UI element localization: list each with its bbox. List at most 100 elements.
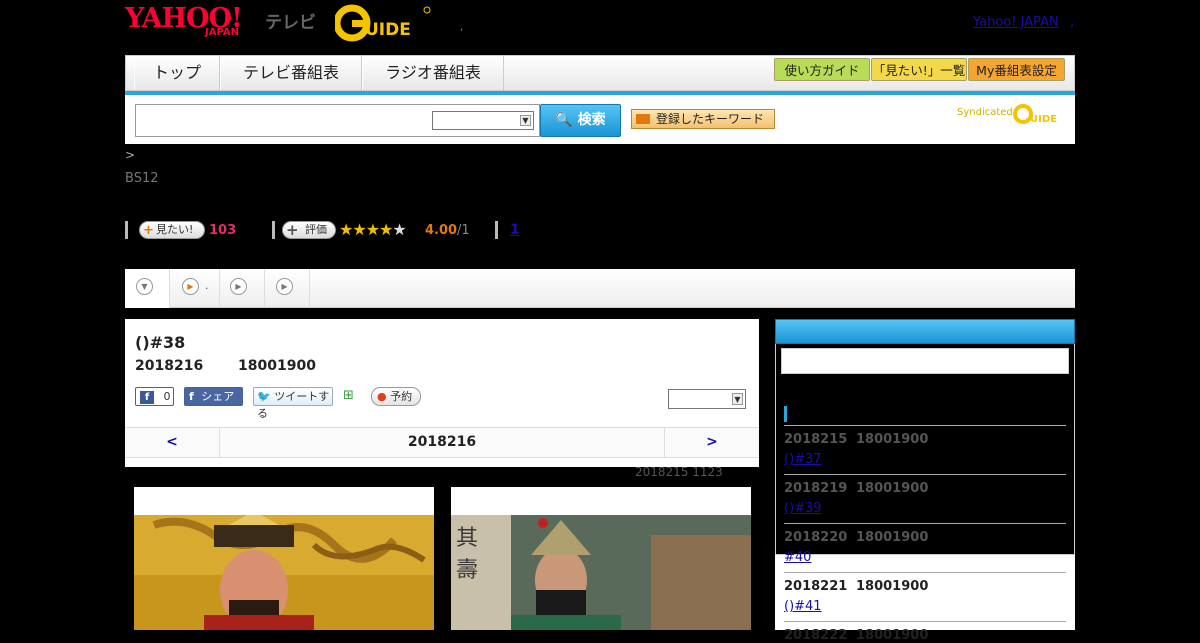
svg-text:其: 其 [456, 526, 478, 551]
program-detail-panel: ()#38 2018216 18001900 f 0 f シェア 🐦 ツイートす… [125, 319, 759, 467]
program-image-2: 其 壽 [451, 515, 751, 630]
dropdown-arrow-icon [636, 114, 650, 124]
nav-tab-tv-listings[interactable]: テレビ番組表 [220, 56, 362, 90]
episode-time: 18001900 [856, 579, 929, 594]
facebook-like-button[interactable]: f 0 [135, 387, 174, 406]
bookmark-add-icon[interactable]: ⊞ [343, 388, 359, 404]
sidebar-header [775, 319, 1075, 344]
tweet-button[interactable]: 🐦 ツイートする [253, 387, 333, 420]
facebook-share-button[interactable]: f シェア [184, 387, 243, 406]
star-icon-empty: ★ [392, 220, 406, 239]
rating-count: /1 [457, 223, 470, 238]
page-wrapper: YAHOO! JAPAN テレビ UIDE , Yahoo! JAPAN , ト… [125, 0, 1075, 643]
episode-item: 2018220 18001900 #40 [784, 523, 1066, 572]
search-category-select[interactable]: ▼ [432, 111, 534, 130]
saved-keywords-label: 登録したキーワード [656, 112, 765, 126]
social-buttons: f 0 f シェア 🐦 ツイートする ⊞ ● 予約 [135, 387, 435, 420]
play-icon: ▶ [230, 278, 247, 295]
gguide-logo[interactable]: UIDE [335, 4, 431, 42]
breadcrumb[interactable]: > [125, 148, 135, 162]
episode-time: 18001900 [856, 628, 929, 643]
mitai-count: 103 [209, 223, 237, 238]
sidebar-section-marker [784, 406, 787, 422]
main-nav: トップ テレビ番組表 ラジオ番組表 使い方ガイド 「見たい!」一覧 My番組表設… [125, 55, 1075, 91]
channel-name: BS12 [125, 171, 159, 186]
mitai-label: 見たい! [156, 223, 194, 236]
mitai-button[interactable]: + 見たい! [139, 221, 205, 239]
current-date: 2018216 [407, 434, 477, 450]
plus-icon: + [286, 221, 299, 239]
rating-value: 4.00 [425, 223, 458, 238]
reserve-button[interactable]: ● 予約 [371, 387, 421, 406]
rating-stars: ★★★★★ [339, 220, 407, 239]
episode-sidebar: 2018215 18001900 ()#37 2018219 18001900 … [775, 319, 1075, 643]
program-action-select[interactable]: ▼ [668, 389, 746, 409]
reserve-label: 予約 [390, 390, 413, 403]
prev-day-cell: < [125, 428, 220, 457]
program-date: 2018216 [135, 358, 204, 374]
program-photo-1[interactable] [134, 487, 434, 630]
record-dot-icon: ● [377, 390, 387, 403]
program-image-1 [134, 515, 434, 630]
play-icon: ▶ [276, 278, 293, 295]
episode-date: 2018222 [784, 628, 848, 643]
tab-label: . [205, 279, 209, 292]
sidebar-search-field[interactable] [781, 348, 1069, 374]
episode-time: 18001900 [856, 530, 929, 545]
next-day-link[interactable]: > [706, 434, 718, 450]
prev-day-link[interactable]: < [166, 434, 178, 450]
facebook-icon: f [140, 391, 154, 404]
syndicated-gguide-logo: UIDE [1013, 104, 1057, 125]
tv-label[interactable]: テレビ [265, 8, 316, 33]
divider [495, 221, 498, 239]
chevron-down-icon: ▼ [520, 115, 531, 126]
facebook-icon: f [189, 390, 194, 403]
facebook-like-count: 0 [163, 390, 171, 403]
svg-text:UIDE: UIDE [365, 20, 411, 40]
tab-2[interactable]: ▶ . [170, 269, 220, 308]
episode-link[interactable]: #40 [784, 550, 866, 565]
tab-3[interactable]: ▶ [220, 269, 265, 308]
search-icon: 🔍 [555, 112, 573, 128]
divider [125, 221, 128, 239]
plus-icon: + [143, 223, 154, 238]
episode-date: 2018215 [784, 432, 848, 447]
syndicated-label: Syndicated [957, 107, 1013, 118]
search-button-label: 検索 [577, 112, 606, 128]
episode-link[interactable]: ()#37 [784, 452, 866, 467]
review-count-link[interactable]: 1 [510, 222, 520, 238]
mitai-list-button[interactable]: 「見たい!」一覧 [871, 58, 967, 81]
saved-keywords-button[interactable]: 登録したキーワード [631, 109, 775, 129]
rate-button[interactable]: + 評価 [282, 221, 336, 239]
episode-item: 2018221 18001900 ()#41 [784, 572, 1066, 621]
star-icon-filled: ★★★★ [339, 220, 393, 239]
date-navigation: < 2018216 > [125, 427, 759, 458]
rate-label: 評価 [305, 223, 327, 236]
program-title: ()#38 [135, 333, 186, 352]
program-photo-2[interactable]: 其 壽 [451, 487, 751, 630]
my-listings-settings-button[interactable]: My番組表設定 [968, 58, 1065, 81]
svg-text:UIDE: UIDE [1030, 114, 1057, 125]
yahoo-japan-sub-logo: JAPAN [205, 27, 239, 38]
nav-tab-top[interactable]: トップ [134, 56, 220, 90]
tab-4[interactable]: ▶ [265, 269, 310, 308]
guide-button[interactable]: 使い方ガイド [774, 58, 870, 81]
nav-tab-radio-listings[interactable]: ラジオ番組表 [362, 56, 504, 90]
yahoo-japan-link[interactable]: Yahoo! JAPAN [973, 15, 1059, 30]
program-time: 18001900 [238, 358, 316, 374]
episode-link[interactable]: ()#39 [784, 501, 866, 516]
program-meta-row: + 見たい! 103 + 評価 ★★★★★ 4.00 /1 1 [125, 220, 625, 240]
play-icon: ▶ [182, 278, 199, 295]
episode-link[interactable]: ()#41 [784, 599, 866, 614]
svg-text:壽: 壽 [456, 558, 478, 583]
last-updated: 2018215 1123 [635, 465, 723, 479]
episode-time: 18001900 [856, 481, 929, 496]
tab-detail[interactable]: ▼ [125, 269, 170, 308]
search-button[interactable]: 🔍 検索 [540, 104, 621, 137]
divider [272, 221, 275, 239]
episode-item: 2018215 18001900 ()#37 [784, 425, 1066, 474]
site-header: YAHOO! JAPAN テレビ UIDE , Yahoo! JAPAN , [125, 0, 1075, 52]
episode-item: 2018222 18001900 [784, 621, 1066, 643]
twitter-icon: 🐦 [257, 390, 271, 403]
next-day-cell: > [664, 428, 759, 457]
